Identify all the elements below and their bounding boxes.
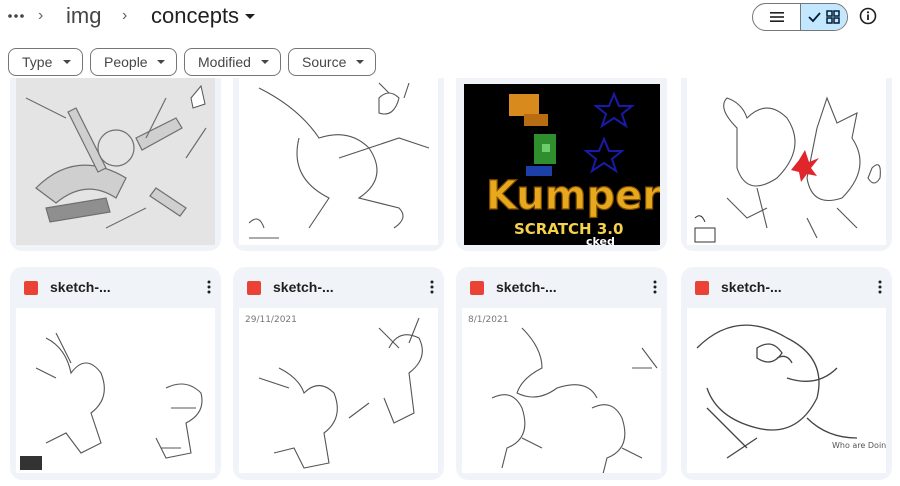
file-thumbnail: Who are Doing?: [687, 308, 886, 473]
file-name: sketch-...: [273, 279, 334, 295]
file-card[interactable]: [233, 78, 444, 251]
file-card[interactable]: sketch-... Who are Doing?: [681, 267, 892, 480]
image-file-icon: [24, 281, 38, 295]
grid-view-button[interactable]: [800, 4, 847, 30]
filter-modified[interactable]: Modified: [184, 48, 281, 76]
file-thumbnail: [687, 78, 886, 245]
list-view-button[interactable]: [753, 4, 800, 30]
file-card[interactable]: Kumper SCRATCH 3.0 cked: [456, 78, 667, 251]
filter-type-label: Type: [22, 54, 53, 70]
dropdown-caret-icon: [261, 60, 269, 64]
more-vert-icon[interactable]: [207, 279, 211, 295]
view-toggle: [752, 3, 848, 31]
file-card[interactable]: [681, 78, 892, 251]
filter-source[interactable]: Source: [288, 48, 376, 76]
file-thumbnail: [16, 308, 215, 473]
filter-type[interactable]: Type: [8, 48, 83, 76]
file-card[interactable]: [10, 78, 221, 251]
image-file-icon: [247, 281, 261, 295]
file-card[interactable]: sketch-... 29/11/2021: [233, 267, 444, 480]
more-vert-icon[interactable]: [653, 279, 657, 295]
image-file-icon: [470, 281, 484, 295]
kumper-logo-tail: cked: [586, 235, 615, 245]
file-thumbnail: [16, 78, 215, 245]
filter-source-label: Source: [302, 54, 347, 70]
image-file-icon: [695, 281, 709, 295]
file-name: sketch-...: [50, 279, 111, 295]
grid-icon: [808, 10, 840, 24]
chevron-right-icon: ›: [122, 7, 128, 24]
file-thumbnail: Kumper SCRATCH 3.0 cked: [464, 84, 660, 245]
file-name: sketch-...: [721, 279, 782, 295]
filter-modified-label: Modified: [198, 54, 251, 70]
file-card[interactable]: sketch-...: [10, 267, 221, 480]
filter-people-label: People: [104, 54, 148, 70]
more-vert-icon[interactable]: [430, 279, 434, 295]
handwritten-note: Who are Doing?: [832, 441, 886, 450]
file-thumbnail: 8/1/2021: [462, 308, 661, 473]
dropdown-caret-icon: [63, 60, 71, 64]
list-icon: [769, 12, 784, 22]
filter-people[interactable]: People: [90, 48, 177, 76]
chevron-right-icon: ›: [38, 7, 44, 24]
info-icon[interactable]: [858, 6, 878, 26]
dropdown-caret-icon: [356, 60, 364, 64]
breadcrumb-current-folder[interactable]: concepts: [151, 2, 239, 30]
file-thumbnail: 29/11/2021: [239, 308, 438, 473]
handwritten-date: 8/1/2021: [468, 315, 508, 325]
header: › img › concepts: [0, 0, 900, 36]
file-name: sketch-...: [496, 279, 557, 295]
handwritten-date: 29/11/2021: [245, 315, 297, 325]
file-card[interactable]: sketch-... 8/1/2021: [456, 267, 667, 480]
kumper-logo-text: Kumper: [486, 173, 660, 219]
dropdown-caret-icon: [157, 60, 165, 64]
more-vert-icon[interactable]: [878, 279, 882, 295]
breadcrumb-img[interactable]: img: [66, 2, 101, 30]
folder-menu-caret-icon[interactable]: [245, 14, 255, 19]
file-thumbnail: [239, 78, 438, 245]
more-horiz-icon[interactable]: [6, 6, 26, 26]
